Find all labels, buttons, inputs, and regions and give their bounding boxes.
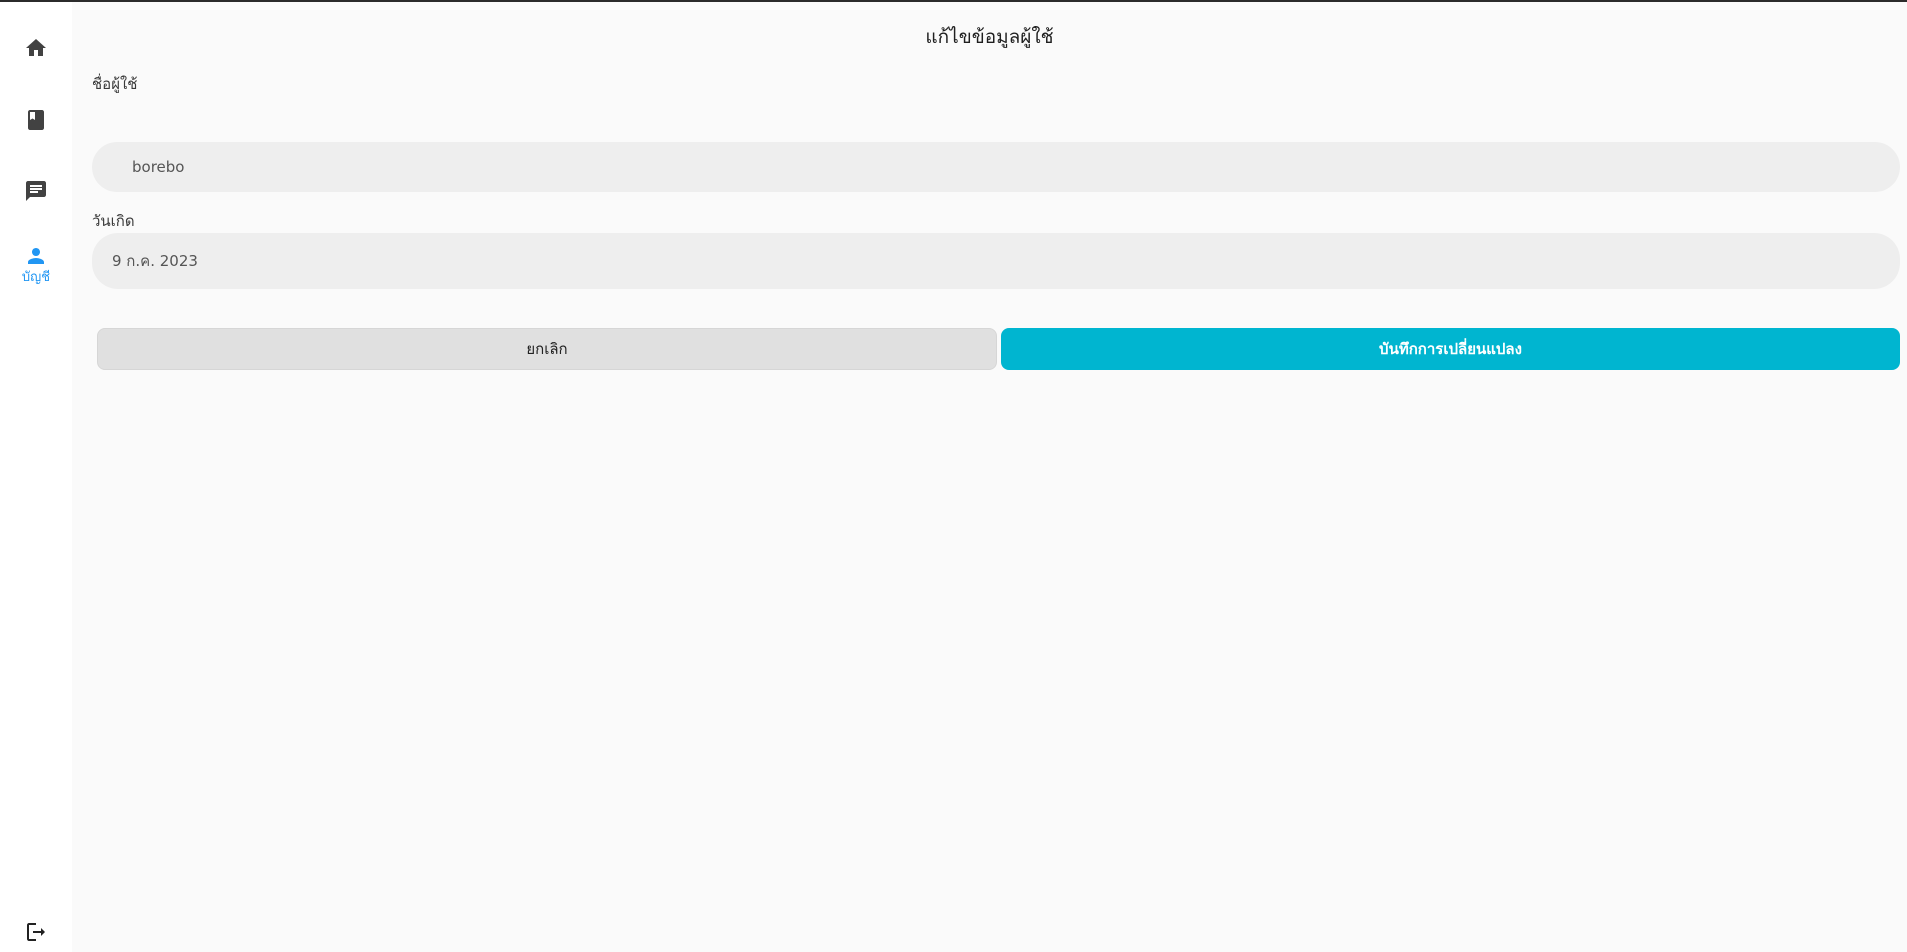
birthdate-value: 9 ก.ค. 2023 — [112, 252, 198, 270]
sidebar-item-label: บัญชี — [21, 270, 51, 285]
sidebar: บัญชี — [0, 2, 72, 952]
main-content: แก้ไขข้อมูลผู้ใช้ ชื่อผู้ใช้ borebo วันเ… — [72, 2, 1907, 952]
sidebar-item-book[interactable] — [0, 108, 72, 132]
username-field[interactable]: borebo — [92, 142, 1900, 192]
chat-icon — [26, 181, 46, 201]
username-label: ชื่อผู้ใช้ — [92, 75, 138, 93]
sidebar-item-account[interactable]: บัญชี — [0, 244, 72, 286]
cancel-button[interactable]: ยกเลิก — [97, 328, 997, 370]
app-window: บัญชี แก้ไขข้อมูลผู้ใช้ ชื่อผู้ใช้ boreb… — [0, 0, 1907, 952]
home-icon — [26, 39, 46, 56]
sidebar-item-home[interactable] — [0, 36, 72, 60]
person-icon — [28, 248, 44, 264]
birthdate-field[interactable]: 9 ก.ค. 2023 — [92, 233, 1900, 289]
logout-button[interactable] — [0, 920, 72, 944]
birthdate-label: วันเกิด — [92, 212, 135, 230]
username-value: borebo — [132, 158, 185, 176]
page-title: แก้ไขข้อมูลผู้ใช้ — [925, 26, 1054, 48]
logout-icon — [27, 923, 45, 941]
sidebar-item-chat[interactable] — [0, 179, 72, 203]
save-changes-button[interactable]: บันทึกการเปลี่ยนแปลง — [1001, 328, 1900, 370]
book-icon — [28, 110, 44, 130]
